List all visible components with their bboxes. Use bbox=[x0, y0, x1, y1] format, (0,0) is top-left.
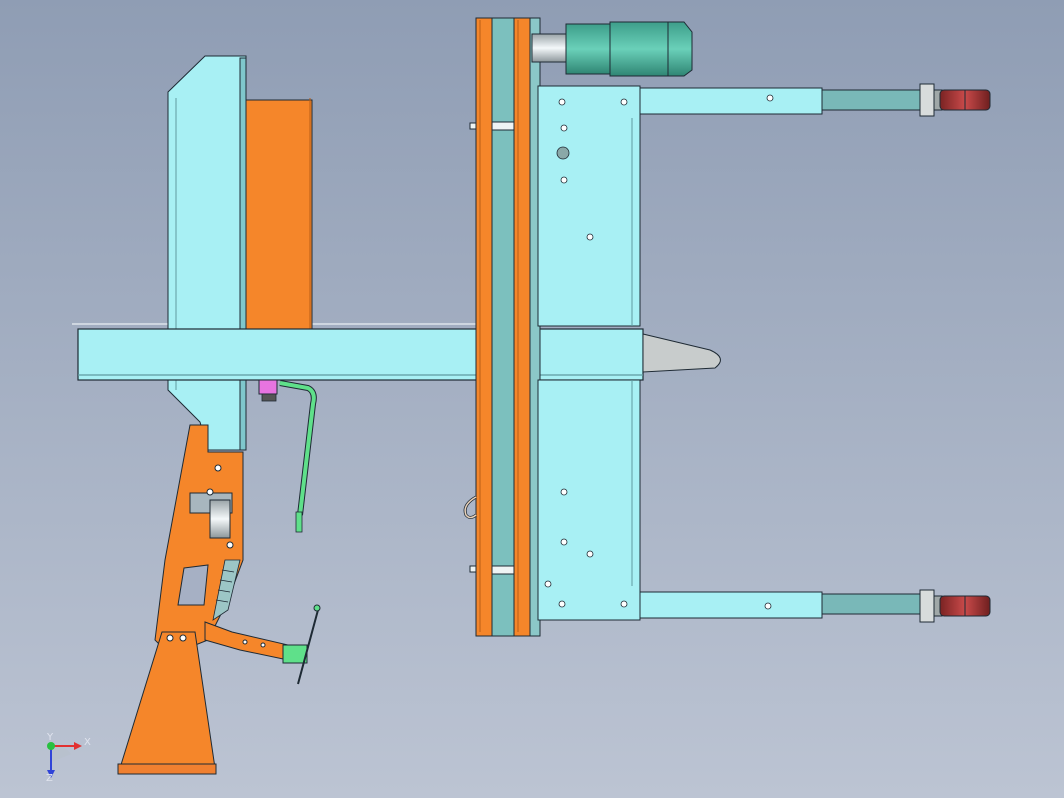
motor-flange bbox=[565, 23, 613, 75]
orange-side-panel bbox=[245, 98, 313, 331]
axis-x-label: X bbox=[84, 737, 91, 748]
base-plate bbox=[117, 631, 217, 775]
cylinder-rod bbox=[209, 499, 231, 539]
pedal-link bbox=[204, 604, 321, 685]
main-beam bbox=[77, 328, 644, 381]
pink-block bbox=[258, 379, 278, 395]
vertical-rails bbox=[469, 17, 541, 637]
left-tower-plate bbox=[167, 55, 247, 451]
axis-y-label: Y bbox=[47, 732, 54, 743]
caster-wheel-top bbox=[919, 83, 991, 117]
motor-assembly bbox=[531, 21, 693, 77]
knife-blade bbox=[642, 333, 721, 373]
cad-viewport[interactable]: X Y Z bbox=[0, 0, 1064, 798]
motor-body bbox=[609, 21, 693, 77]
axis-z-label: Z bbox=[46, 773, 53, 784]
left-tower bbox=[167, 55, 247, 451]
caster-wheel-bottom bbox=[919, 589, 991, 623]
left-tower-flange bbox=[239, 57, 247, 451]
orange-arm bbox=[154, 424, 244, 656]
machine-assembly-model[interactable] bbox=[0, 0, 1064, 798]
